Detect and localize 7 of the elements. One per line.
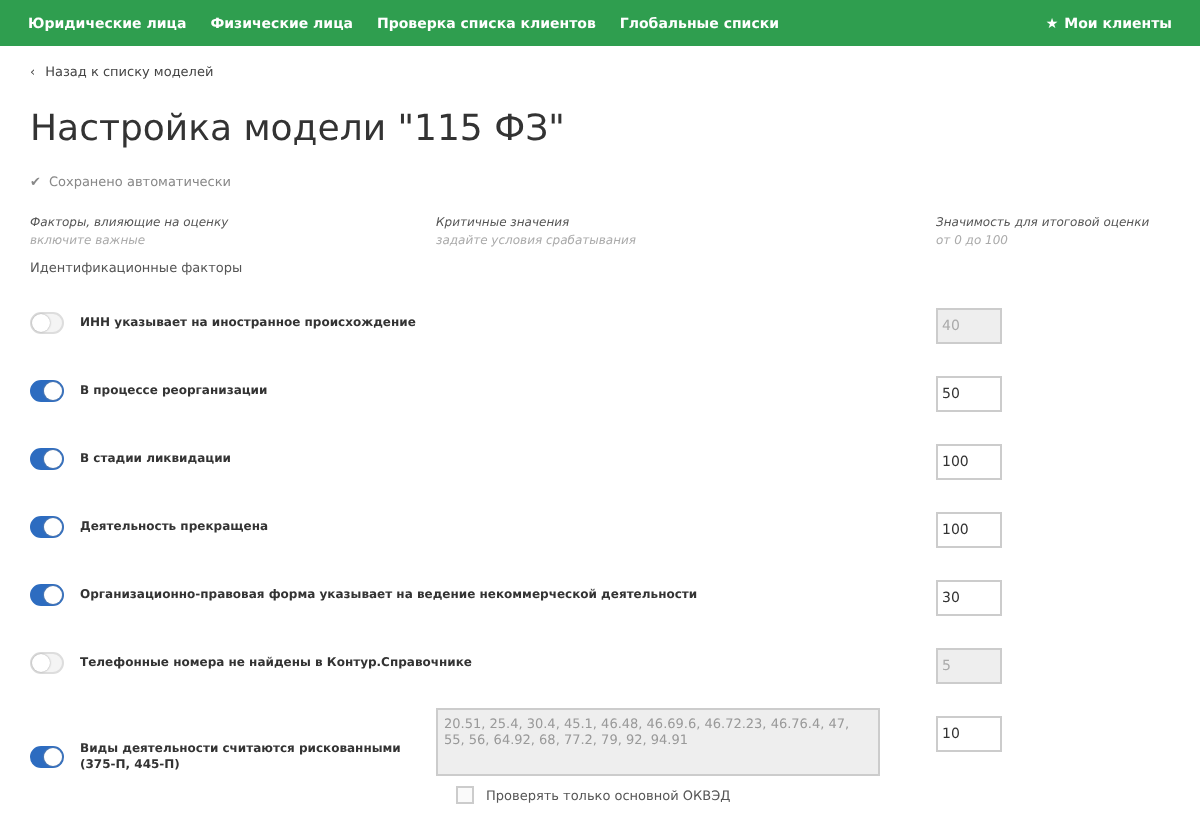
checkbox[interactable]: [456, 786, 474, 804]
toggle-switch[interactable]: [30, 447, 64, 469]
page-title: Настройка модели "115 ФЗ": [30, 108, 567, 150]
toggle-switch[interactable]: [30, 515, 64, 537]
toggle-switch[interactable]: [30, 379, 64, 401]
toggle-switch[interactable]: [30, 583, 64, 605]
toggle-switch[interactable]: [30, 745, 64, 767]
